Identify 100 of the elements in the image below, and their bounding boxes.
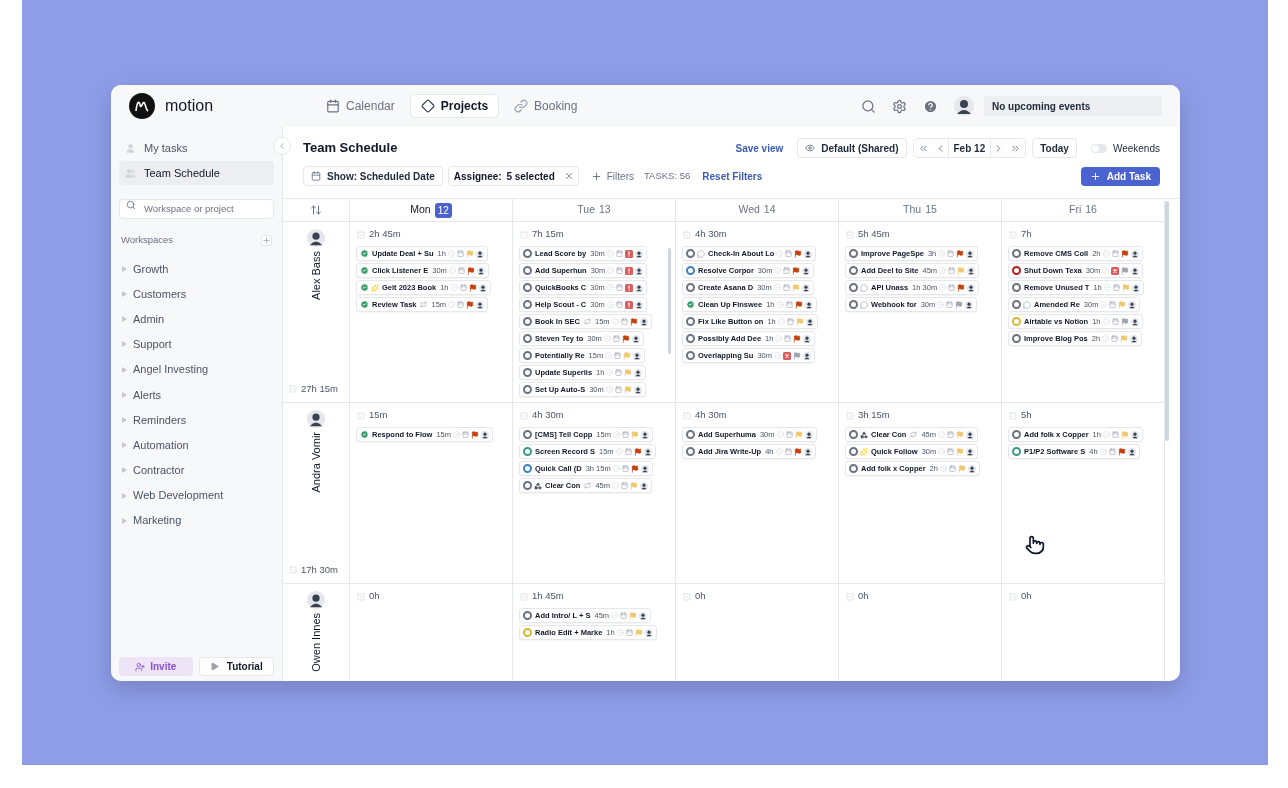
sidebar-item[interactable]: Team Schedule (119, 161, 274, 185)
avatar-icon (967, 283, 976, 292)
person-name: Alex Bass (308, 251, 323, 300)
team-icon (125, 167, 136, 179)
nav-tab[interactable]: Booking (503, 94, 589, 118)
calendar-icon (948, 267, 956, 274)
search-icon[interactable] (861, 98, 876, 114)
weekends-toggle[interactable] (1090, 143, 1107, 153)
view-button[interactable]: Default (Shared) (797, 138, 907, 158)
workspace-item[interactable]: Customers (119, 281, 274, 307)
show-filter-button[interactable]: Show: Scheduled Date (303, 166, 443, 186)
clock-icon (776, 301, 784, 308)
calendar-icon (457, 301, 465, 308)
today-button[interactable]: Today (1032, 138, 1077, 158)
status-dot-icon (611, 318, 619, 325)
avatar-icon (954, 96, 974, 116)
clock-icon (938, 250, 946, 257)
calendar-icon (1111, 318, 1119, 325)
sort-icon[interactable] (310, 204, 322, 216)
status-dot-icon (938, 431, 946, 438)
events-field[interactable]: No upcoming events (984, 96, 1162, 116)
calendar-icon (621, 482, 629, 489)
task-check-icon (357, 592, 365, 601)
add-task-button[interactable]: Add Task (1080, 166, 1160, 186)
diamond-icon (420, 99, 435, 113)
calendar-icon (620, 318, 628, 325)
done-check-icon[interactable] (360, 249, 369, 258)
done-check-icon[interactable] (360, 283, 369, 292)
help-icon[interactable] (923, 98, 938, 114)
workspace-item[interactable]: Angel Investing (119, 357, 274, 383)
avatar-icon (307, 591, 325, 609)
nav-tab[interactable]: Projects (409, 94, 500, 118)
calendar-icon (615, 369, 623, 376)
scrollbar[interactable] (668, 248, 671, 354)
calendar-icon (462, 431, 469, 438)
task-check-icon (520, 592, 528, 601)
invite-button[interactable]: Invite (119, 657, 193, 676)
clock-icon (774, 352, 782, 359)
workspace-item[interactable]: Web Development (119, 482, 274, 509)
day-total: 5h 45m (858, 227, 890, 242)
clock-icon (774, 267, 782, 274)
clock-icon (1102, 250, 1110, 257)
settings-icon[interactable] (892, 98, 907, 114)
workspace-item[interactable]: Admin (119, 306, 274, 332)
sidebar-item[interactable]: My tasks (119, 136, 274, 160)
day-name: Mon (410, 202, 431, 218)
clock-icon (776, 431, 784, 438)
avatar-icon (1130, 317, 1139, 326)
calendar-icon (615, 301, 623, 308)
done-check-icon[interactable] (360, 266, 369, 275)
workspace-item[interactable]: Marketing (119, 508, 274, 534)
workspace-item[interactable]: Alerts (119, 382, 274, 408)
day-total: 2h 45m (369, 227, 401, 242)
close-icon[interactable] (563, 171, 574, 181)
avatar-icon (967, 266, 976, 275)
caret-icon (122, 265, 127, 272)
nav-tab[interactable]: Calendar (315, 94, 406, 118)
avatar-icon (1130, 334, 1139, 343)
workspace-item[interactable]: Automation (119, 432, 274, 458)
calendar-icon (1112, 284, 1120, 291)
done-check-icon[interactable] (686, 300, 695, 309)
task-check-icon (683, 592, 691, 601)
chat-icon (1023, 300, 1031, 309)
filters-button[interactable]: Filters (590, 168, 634, 184)
calendar-icon (785, 431, 793, 438)
search-field[interactable]: Workspace or project (119, 198, 274, 219)
clock-icon (777, 318, 785, 325)
avatar-icon (1127, 447, 1136, 456)
avatar-icon (478, 283, 487, 292)
day-total: 4h 30m (695, 227, 727, 242)
scrollbar[interactable] (1165, 201, 1169, 441)
tutorial-button[interactable]: Tutorial (198, 657, 274, 676)
day-total: 1h 45m (532, 589, 564, 604)
caret-icon (122, 467, 127, 474)
workspace-item[interactable]: Reminders (119, 407, 274, 433)
avatar-icon (476, 266, 485, 275)
day-total: 4h 30m (532, 408, 564, 423)
workspace-item[interactable]: Growth (119, 256, 274, 282)
person-name: Owen Innes (308, 613, 323, 672)
clock-icon (607, 267, 615, 274)
avatar-icon (1130, 249, 1139, 258)
clock-icon (773, 284, 781, 291)
clock-icon (612, 465, 620, 472)
reset-filters-link[interactable]: Reset Filters (702, 168, 763, 184)
clock-icon (939, 284, 947, 291)
avatar-icon (967, 464, 976, 473)
done-check-icon[interactable] (360, 430, 369, 439)
task-check-icon (846, 411, 854, 420)
done-check-icon[interactable] (360, 300, 369, 309)
clock-icon (605, 352, 613, 359)
avatar-icon (640, 430, 649, 439)
avatar-icon (1130, 430, 1139, 439)
task-check-icon (1009, 592, 1017, 601)
save-view-link[interactable]: Save view (735, 140, 784, 156)
workspace-item[interactable]: Support (119, 331, 274, 357)
workspace-item[interactable]: Contractor (119, 457, 274, 483)
person-total: 17h 30m (301, 562, 338, 577)
calendar-icon (615, 284, 623, 291)
avatar-icon (633, 385, 642, 394)
avatar-icon (804, 430, 813, 439)
